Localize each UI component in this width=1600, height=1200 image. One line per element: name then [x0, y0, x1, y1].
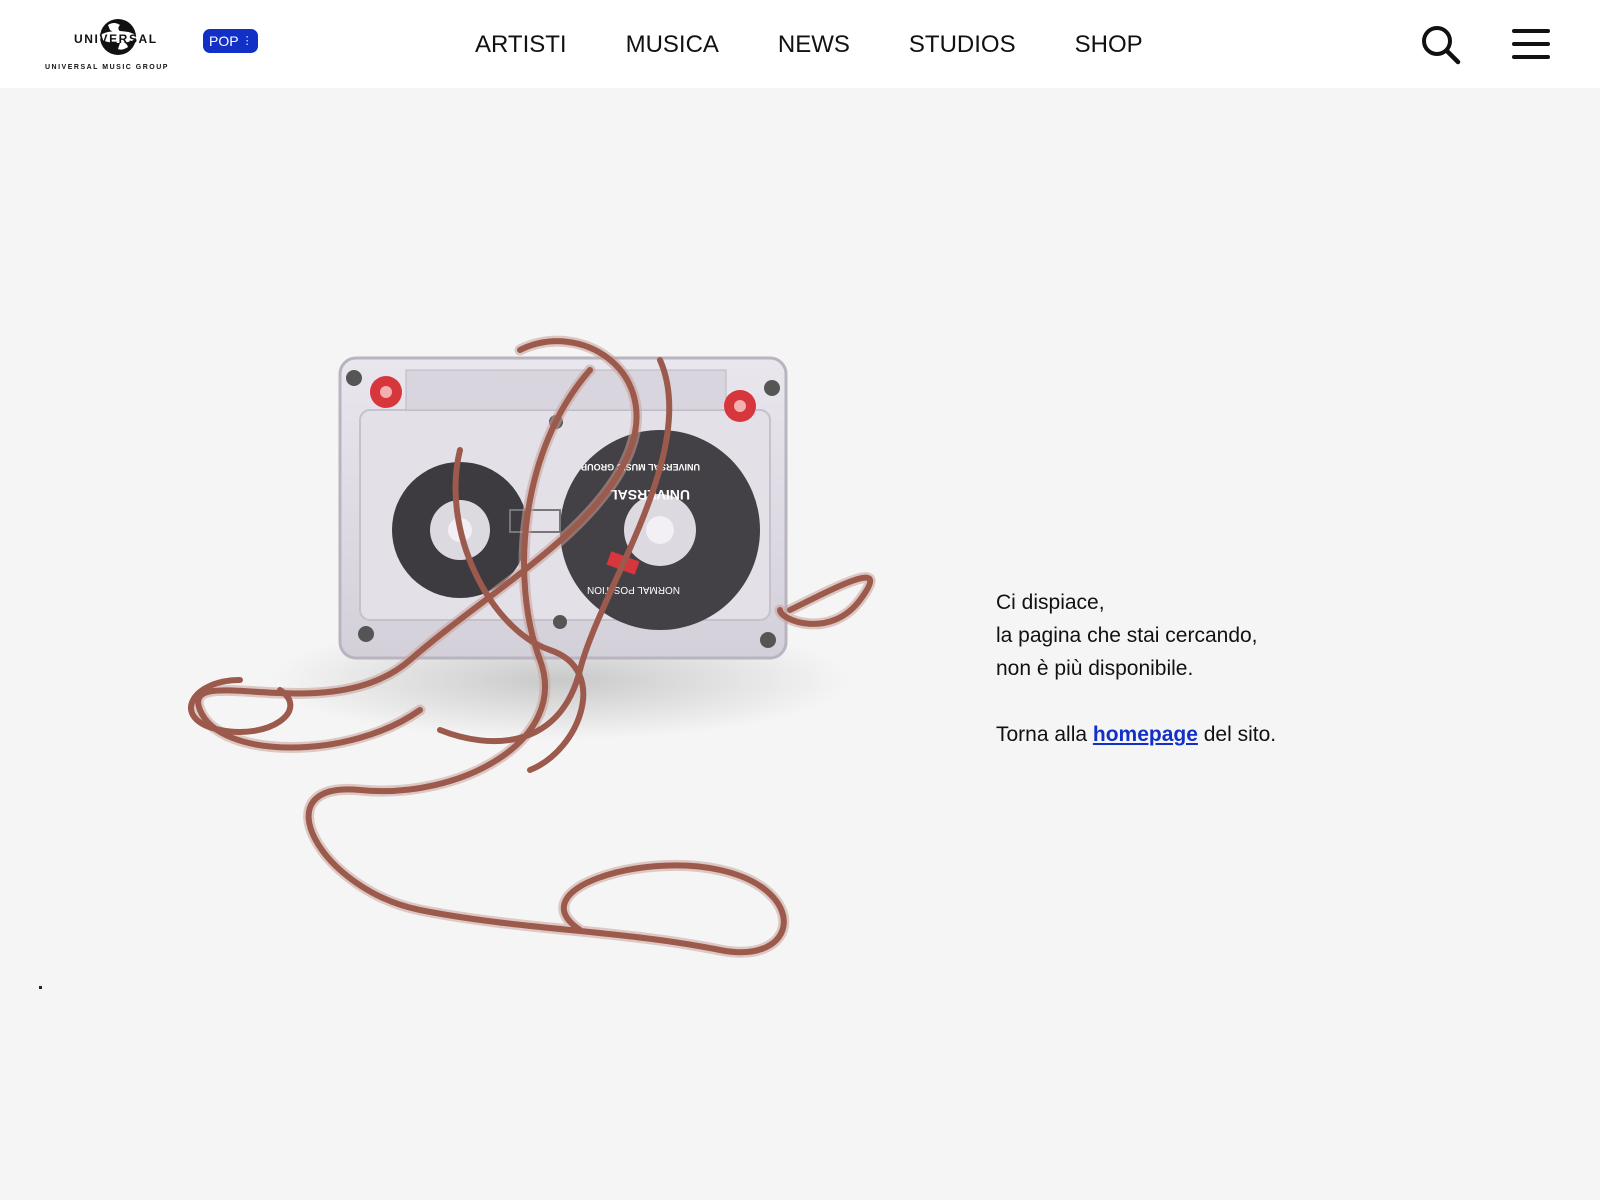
message-line-2: la pagina che stai cercando, [996, 624, 1258, 647]
homepage-link[interactable]: homepage [1093, 723, 1198, 746]
pop-selector-badge[interactable]: POP ⋮ [203, 29, 258, 53]
tangled-cassette-tape-image: UNIVERSAL MUSIC GROUP UNIVERSAL NORMAL P… [188, 335, 876, 958]
search-icon [1422, 26, 1461, 65]
menu-button[interactable] [1510, 26, 1552, 62]
logo-wordmark: UNIVERSAL [74, 32, 158, 46]
vertical-dots-icon: ⋮ [241, 35, 253, 47]
site-header: UNIVERSAL UNIVERSAL MUSIC GROUP POP ⋮ AR… [0, 0, 1600, 88]
message-line-1: Ci dispiace, [996, 591, 1105, 614]
message-line-3: non è più disponibile. [996, 657, 1194, 680]
search-button[interactable] [1420, 24, 1462, 66]
cassette-group-label: UNIVERSAL MUSIC GROUP [581, 462, 700, 472]
nav-item-studios[interactable]: STUDIOS [909, 30, 1016, 60]
pop-label: POP [209, 33, 239, 49]
logo-subtitle: UNIVERSAL MUSIC GROUP [45, 64, 169, 71]
hamburger-menu-icon [1512, 29, 1550, 59]
nav-item-artisti[interactable]: ARTISTI [475, 30, 567, 60]
return-prefix: Torna alla [996, 723, 1093, 746]
nav-item-news[interactable]: NEWS [778, 30, 850, 60]
universal-music-logo[interactable]: UNIVERSAL UNIVERSAL MUSIC GROUP [44, 16, 194, 76]
return-suffix: del sito. [1197, 723, 1277, 746]
nav-item-musica[interactable]: MUSICA [626, 30, 719, 60]
mouse-cursor [39, 986, 42, 989]
error-message: Ci dispiace, la pagina che stai cercando… [996, 586, 1276, 751]
return-home-text: Torna alla homepage del sito. [996, 718, 1276, 751]
nav-item-shop[interactable]: SHOP [1075, 30, 1143, 60]
cassette-position-label: NORMAL POSITION [587, 584, 680, 595]
main-nav: ARTISTI MUSICA NEWS STUDIOS SHOP [475, 30, 1143, 60]
